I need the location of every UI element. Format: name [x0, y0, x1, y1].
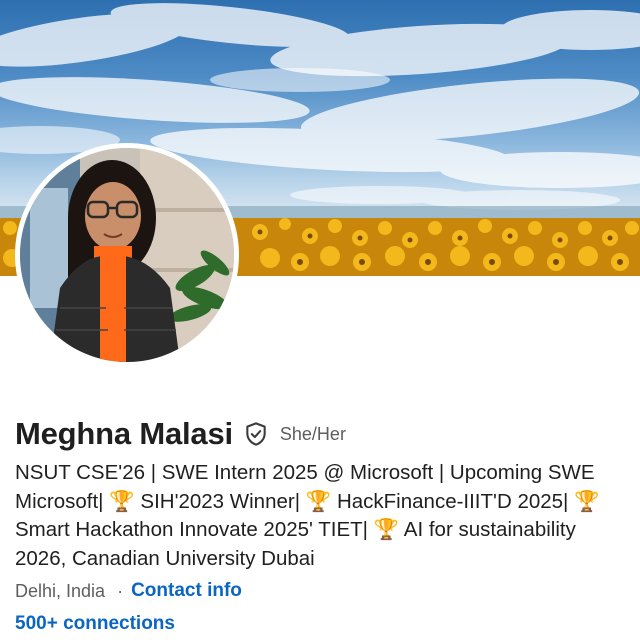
location-row: Delhi, India · Contact info [15, 578, 242, 604]
contact-info-link[interactable]: Contact info [131, 580, 242, 602]
headline-line: 2026, Canadian University Dubai [15, 546, 315, 570]
headline-line: Microsoft| 🏆 SIH'2023 Winner| 🏆 HackFina… [15, 489, 600, 513]
connections-link[interactable]: 500+ connections [15, 613, 175, 635]
profile-photo[interactable] [15, 143, 239, 367]
pronouns: She/Her [279, 423, 346, 444]
headline-line: Smart Hackathon Innovate 2025' TIET| 🏆 A… [15, 518, 576, 542]
location: Delhi, India [15, 580, 106, 601]
shield-check-icon[interactable] [243, 421, 269, 447]
name-row: Meghna Malasi She/Her [15, 414, 346, 454]
avatar-image [20, 148, 234, 362]
separator-dot: · [117, 580, 124, 601]
headline-line: NSUT CSE'26 | SWE Intern 2025 @ Microsof… [15, 461, 595, 484]
profile-headline: NSUT CSE'26 | SWE Intern 2025 @ Microsof… [15, 459, 640, 573]
profile-name: Meghna Malasi [15, 416, 233, 451]
